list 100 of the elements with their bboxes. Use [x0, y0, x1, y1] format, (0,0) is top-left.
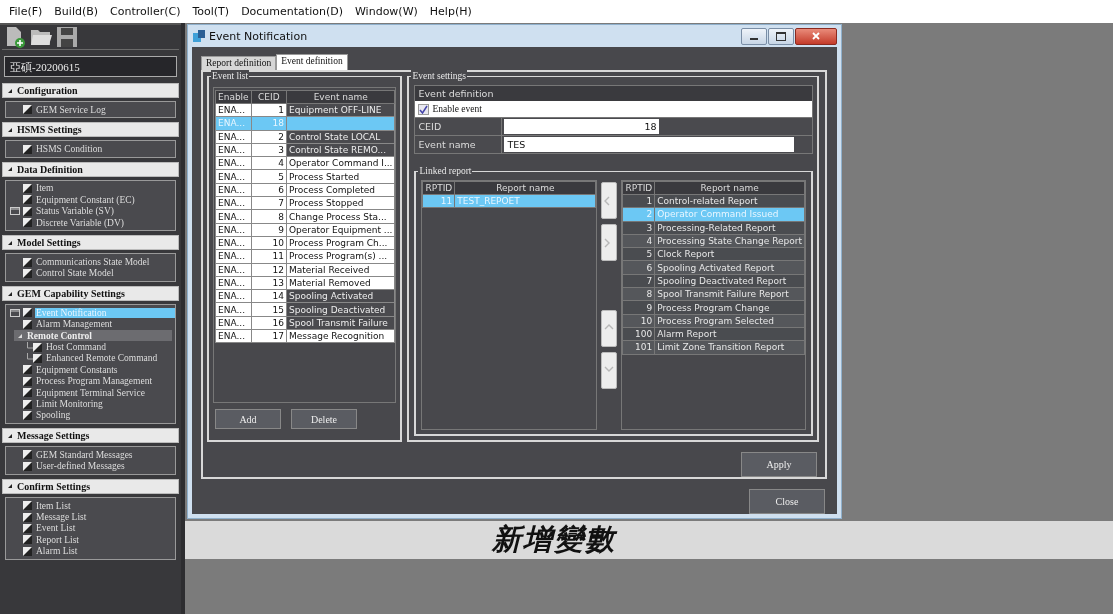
menu-item[interactable]: Help(H) [423, 5, 478, 18]
table-row[interactable]: ENA... 14 Spooling Activated [215, 289, 395, 303]
arrow-button[interactable] [601, 182, 618, 219]
sidebar-item[interactable]: Status Variable (SV) [35, 206, 175, 217]
section-header[interactable]: Confirm Settings [2, 478, 179, 494]
table-row[interactable]: ENA... 2 Control State LOCAL [215, 130, 395, 144]
table-row[interactable]: 1 Control-related Report [622, 194, 805, 208]
sidebar-item[interactable]: Process Program Management [35, 376, 175, 387]
apply-button[interactable]: Apply [741, 452, 817, 477]
sidebar-item[interactable]: Event List [35, 523, 175, 534]
sidebar-item[interactable]: Equipment Constant (EC) [35, 194, 175, 205]
section-header[interactable]: Data Definition [2, 161, 179, 177]
group-title: Linked report [418, 165, 473, 177]
input-field[interactable]: TES [504, 137, 795, 152]
item-icon [23, 450, 32, 460]
close-button[interactable] [795, 27, 837, 45]
item-icon [23, 523, 32, 533]
menu-item[interactable]: Controller(C) [104, 5, 187, 18]
item-icon [23, 512, 32, 522]
section-header[interactable]: HSMS Settings [2, 122, 179, 138]
table-row[interactable]: 6 Spooling Activated Report [622, 261, 805, 275]
column-header[interactable]: RPTID [422, 181, 455, 195]
sidebar-item[interactable]: Alarm Management [35, 319, 175, 330]
section-header[interactable]: Configuration [2, 83, 179, 98]
column-header[interactable]: Enable [215, 90, 252, 104]
section-header[interactable]: Model Settings [2, 235, 179, 251]
table-row[interactable]: ENA... 4 Operator Command I... [215, 156, 395, 170]
table-row[interactable]: 7 Spooling Deactivated Report [622, 274, 805, 288]
sidebar-item[interactable]: Spooling [35, 410, 175, 421]
table-row[interactable]: 8 Spool Transmit Failure Report [622, 287, 805, 301]
table-row[interactable]: ENA... 13 Material Removed [215, 276, 395, 290]
button[interactable]: Delete [291, 409, 357, 429]
arrow-button[interactable] [601, 224, 618, 261]
table-row[interactable]: ENA... 11 Process Program(s) ... [215, 249, 395, 264]
sidebar-item[interactable]: Report List [35, 534, 175, 545]
sidebar-item[interactable]: Enhanced Remote Command [45, 353, 175, 364]
table-row[interactable]: ENA... 3 Control State REMO... [215, 143, 395, 157]
section-header[interactable]: GEM Capability Settings [2, 286, 179, 302]
new-file-icon[interactable] [4, 26, 26, 48]
table-row[interactable]: 9 Process Program Change [622, 300, 805, 315]
menu-item[interactable]: File(F) [3, 5, 49, 18]
group-title: Event list [211, 70, 250, 82]
sidebar-item[interactable]: Item [35, 183, 175, 194]
sidebar-item[interactable]: Alarm List [35, 546, 175, 557]
table-row[interactable]: ENA... 1 Equipment OFF-LINE [215, 103, 395, 117]
arrow-button[interactable] [601, 310, 618, 347]
sidebar-item[interactable]: Equipment Constants [35, 364, 175, 375]
table-row[interactable]: ENA... 10 Process Program Ch... [215, 236, 395, 250]
menu-item[interactable]: Tool(T) [186, 5, 236, 18]
table-row[interactable]: ENA... 5 Process Started [215, 170, 395, 184]
table-row[interactable]: ENA... 12 Material Received [215, 263, 395, 277]
sidebar-item[interactable]: HSMS Condition [35, 144, 175, 155]
section-header[interactable]: Message Settings [2, 428, 179, 444]
table-row[interactable]: ENA... 9 Operator Equipment ... [215, 223, 395, 237]
table-row[interactable]: 3 Processing-Related Report [622, 221, 805, 235]
item-icon [23, 257, 32, 267]
close-button[interactable]: Close [749, 489, 825, 514]
table-row[interactable]: ENA... 8 Change Process Sta... [215, 209, 395, 224]
column-header[interactable]: Report name [454, 181, 596, 195]
button[interactable]: Add [215, 409, 281, 429]
tab[interactable]: Report definition [201, 56, 277, 70]
menu-item[interactable]: Window(W) [349, 5, 424, 18]
item-icon [23, 206, 32, 216]
menu-item[interactable]: Documentation(D) [235, 5, 349, 18]
table-row[interactable]: 10 Process Program Selected [622, 314, 805, 328]
group-item[interactable]: Remote Control [14, 329, 172, 342]
sidebar-item[interactable]: Limit Monitoring [35, 399, 175, 410]
table-row[interactable]: ENA... 16 Spool Transmit Failure [215, 316, 395, 330]
sidebar-item[interactable]: Item List [35, 500, 175, 511]
table-row[interactable]: 101 Limit Zone Transition Report [622, 340, 805, 355]
save-icon[interactable] [56, 26, 78, 48]
table-row[interactable]: ENA... 7 Process Stopped [215, 196, 395, 210]
sidebar-item[interactable]: GEM Standard Messages [35, 449, 175, 460]
table-row[interactable]: ENA... 17 Message Recognition [215, 329, 395, 343]
table-row[interactable]: ENA... 15 Spooling Deactivated [215, 302, 395, 317]
column-header[interactable]: Event name [286, 90, 395, 104]
sidebar-item[interactable]: Message List [35, 512, 175, 522]
sidebar-item[interactable]: GEM Service Log [35, 104, 175, 115]
checkbox[interactable] [418, 103, 430, 115]
column-header[interactable]: RPTID [622, 181, 655, 195]
table-row[interactable]: 5 Clock Report [622, 247, 805, 261]
arrow-button[interactable] [601, 352, 618, 389]
form-header: Event definition [415, 86, 812, 101]
sidebar-item[interactable]: Discrete Variable (DV) [35, 217, 175, 228]
maximize-button[interactable] [768, 27, 794, 45]
table-row[interactable]: 100 Alarm Report [622, 327, 805, 341]
sidebar-item[interactable]: User-defined Messages [35, 461, 175, 472]
sidebar-item[interactable]: Communications State Model [35, 257, 175, 268]
item-icon [23, 546, 32, 556]
input-field[interactable]: 18 [504, 119, 660, 134]
column-header[interactable]: CEID [251, 90, 287, 104]
sidebar-item[interactable]: Host Command [45, 342, 175, 353]
minimize-button[interactable] [741, 27, 767, 45]
table-row[interactable]: ENA... 6 Process Completed [215, 183, 395, 197]
sidebar-item[interactable]: Control State Model [35, 268, 175, 279]
tab[interactable]: Event definition [276, 54, 348, 70]
menu-item[interactable]: Build(B) [48, 5, 105, 18]
sidebar-item[interactable]: Equipment Terminal Service [35, 387, 175, 398]
table-row[interactable]: 4 Processing State Change Report [622, 234, 805, 248]
column-header[interactable]: Report name [654, 181, 805, 195]
